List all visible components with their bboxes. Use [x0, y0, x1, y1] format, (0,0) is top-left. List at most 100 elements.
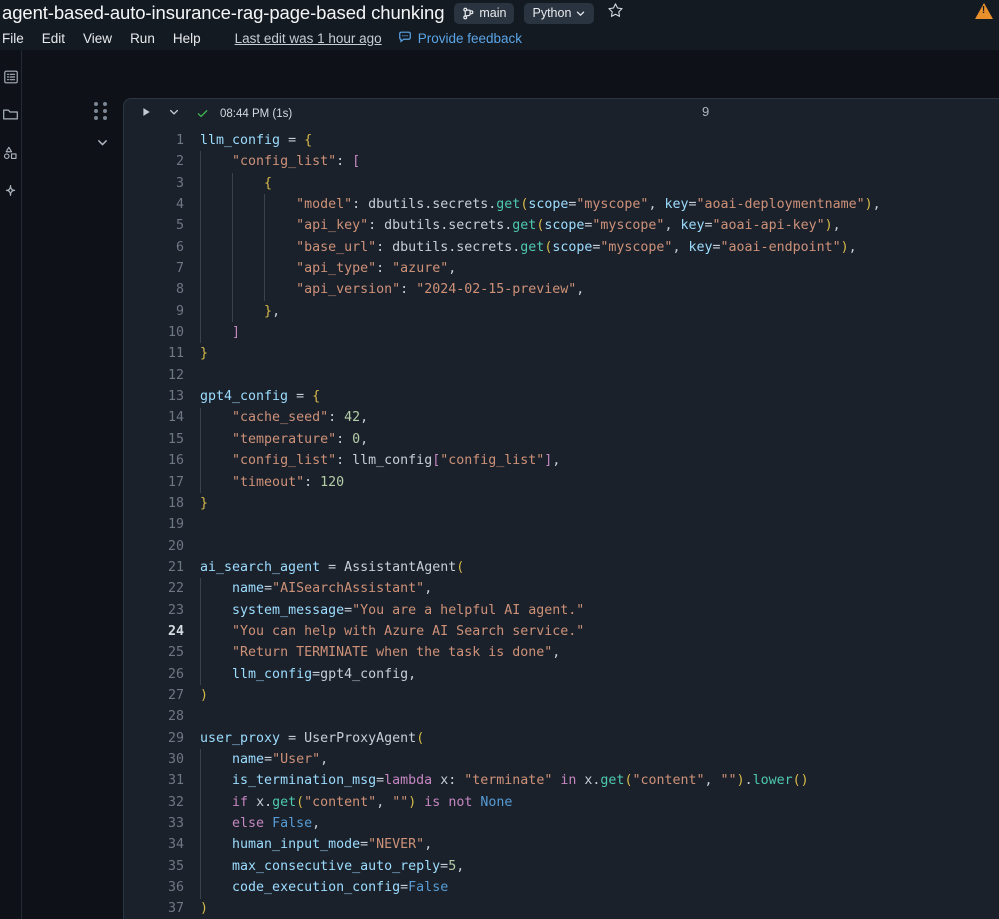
menu-item-run[interactable]: Run: [130, 31, 166, 46]
menu-item-edit[interactable]: Edit: [42, 31, 76, 46]
code-line[interactable]: 34 human_input_mode="NEVER",: [124, 834, 999, 855]
line-content: "api_type": "azure",: [296, 261, 457, 277]
warning-triangle-icon: [975, 3, 993, 19]
last-edit-link[interactable]: Last edit was 1 hour ago: [235, 31, 382, 46]
code-line[interactable]: 26 llm_config=gpt4_config,: [124, 664, 999, 685]
line-content: if x.get("content", "") is not None: [232, 794, 513, 810]
line-number: 15: [167, 431, 184, 447]
execution-count: 9: [702, 104, 710, 119]
menu-item-file[interactable]: File: [0, 31, 35, 46]
line-content: "temperature": 0,: [232, 431, 369, 447]
code-line[interactable]: 16 "config_list": llm_config["config_lis…: [124, 450, 999, 471]
line-number: 28: [167, 709, 184, 725]
line-number: 26: [167, 666, 184, 682]
code-line[interactable]: 35 max_consecutive_auto_reply=5,: [124, 856, 999, 877]
line-content: "base_url": dbutils.secrets.get(scope="m…: [296, 239, 857, 255]
run-cell-button[interactable]: [137, 105, 155, 123]
sidebar-item-workspace[interactable]: [2, 70, 20, 88]
warning-notification-button[interactable]: [969, 0, 999, 22]
line-number: 31: [167, 773, 184, 789]
line-content: is_termination_msg=lambda x: "terminate"…: [232, 773, 809, 789]
code-line[interactable]: 20: [124, 536, 999, 557]
line-content: },: [264, 303, 281, 319]
code-line[interactable]: 12: [124, 365, 999, 386]
notebook-cell: 08:44 PM (1s) 9 1 llm_config = {2 "config…: [123, 98, 999, 919]
code-line[interactable]: 37): [124, 898, 999, 919]
sidebar-item-assistant[interactable]: [2, 184, 20, 202]
code-line[interactable]: 15 "temperature": 0,: [124, 429, 999, 450]
code-line[interactable]: 4 "model": dbutils.secrets.get(scope="my…: [124, 194, 999, 215]
code-line[interactable]: 13 gpt4_config = {: [124, 386, 999, 407]
line-content: max_consecutive_auto_reply=5,: [232, 858, 465, 874]
line-number: 3: [175, 175, 184, 191]
collapse-cell-button[interactable]: [93, 133, 111, 151]
code-line[interactable]: 31 is_termination_msg=lambda x: "termina…: [124, 770, 999, 791]
line-content: "Return TERMINATE when the task is done"…: [232, 645, 561, 661]
line-content: "config_list": [: [232, 154, 361, 170]
code-line[interactable]: 23 system_message="You are a helpful AI …: [124, 600, 999, 621]
code-line[interactable]: 1 llm_config = {: [124, 130, 999, 151]
line-number: 20: [167, 538, 184, 554]
code-line[interactable]: 19: [124, 514, 999, 535]
sidebar-item-folder[interactable]: [2, 108, 20, 126]
code-line[interactable]: 2 "config_list": [: [124, 151, 999, 172]
code-line[interactable]: 7 "api_type": "azure",: [124, 258, 999, 279]
line-content: name="AISearchAssistant",: [232, 581, 433, 597]
notebook-header: agent-based-auto-insurance-rag-page-base…: [0, 0, 999, 50]
code-line[interactable]: 22 name="AISearchAssistant",: [124, 578, 999, 599]
code-line[interactable]: 9 },: [124, 301, 999, 322]
code-line[interactable]: 33 else False,: [124, 813, 999, 834]
line-content: "timeout": 120: [232, 474, 345, 490]
sparkle-icon: [2, 182, 19, 204]
folder-icon: [2, 106, 19, 128]
code-line[interactable]: 28: [124, 706, 999, 727]
line-number: 18: [167, 495, 184, 511]
provide-feedback-button[interactable]: Provide feedback: [398, 30, 522, 47]
code-line[interactable]: 8 "api_version": "2024-02-15-preview",: [124, 279, 999, 300]
line-number: 33: [167, 816, 184, 831]
comment-icon: [398, 30, 412, 47]
line-content: "model": dbutils.secrets.get(scope="mysc…: [296, 197, 881, 213]
check-icon: [196, 107, 209, 120]
favorite-button[interactable]: [604, 2, 626, 24]
line-content: "api_version": "2024-02-15-preview",: [296, 282, 585, 298]
code-line[interactable]: 36 code_execution_config=False: [124, 877, 999, 898]
code-line[interactable]: 3 {: [124, 173, 999, 194]
list-panel-icon: [3, 69, 19, 90]
cell-menu-button[interactable]: [165, 105, 183, 123]
code-line[interactable]: 14 "cache_seed": 42,: [124, 407, 999, 428]
code-line[interactable]: 6 "base_url": dbutils.secrets.get(scope=…: [124, 237, 999, 258]
code-line[interactable]: 21 ai_search_agent = AssistantAgent(: [124, 557, 999, 578]
menu-item-view[interactable]: View: [83, 31, 123, 46]
star-outline-icon: [607, 2, 624, 24]
code-line[interactable]: 27): [124, 685, 999, 706]
language-selector[interactable]: Python: [524, 2, 595, 24]
line-number: 19: [167, 517, 184, 533]
branch-button[interactable]: main: [454, 2, 515, 24]
code-line[interactable]: 5 "api_key": dbutils.secrets.get(scope="…: [124, 215, 999, 236]
code-line[interactable]: 30 name="User",: [124, 749, 999, 770]
code-line[interactable]: 17 "timeout": 120: [124, 472, 999, 493]
notebook-title-row: agent-based-auto-insurance-rag-page-base…: [0, 0, 626, 26]
line-content: system_message="You are a helpful AI age…: [232, 602, 585, 618]
code-line[interactable]: 32 if x.get("content", "") is not None: [124, 792, 999, 813]
code-line[interactable]: 18}: [124, 493, 999, 514]
line-number: 7: [175, 261, 184, 277]
cell-run-status: 08:44 PM (1s): [220, 107, 293, 120]
play-icon: [140, 105, 152, 123]
line-content: code_execution_config=False: [232, 880, 449, 896]
code-editor[interactable]: 1 llm_config = {2 "config_list": [3 {4 "m…: [124, 128, 999, 919]
drag-grip-icon[interactable]: [94, 102, 108, 120]
code-line[interactable]: 29 user_proxy = UserProxyAgent(: [124, 728, 999, 749]
code-line[interactable]: 24 "You can help with Azure AI Search se…: [124, 621, 999, 642]
line-content: "cache_seed": 42,: [232, 410, 369, 426]
line-content: user_proxy = UserProxyAgent(: [200, 730, 425, 746]
menu-item-help[interactable]: Help: [173, 31, 212, 46]
code-line[interactable]: 10 ]: [124, 322, 999, 343]
code-line[interactable]: 11}: [124, 343, 999, 364]
git-branch-icon: [462, 7, 475, 20]
line-content: llm_config = {: [200, 133, 313, 148]
code-line[interactable]: 25 "Return TERMINATE when the task is do…: [124, 642, 999, 663]
line-number: 27: [167, 687, 184, 703]
sidebar-item-catalog[interactable]: [2, 146, 20, 164]
